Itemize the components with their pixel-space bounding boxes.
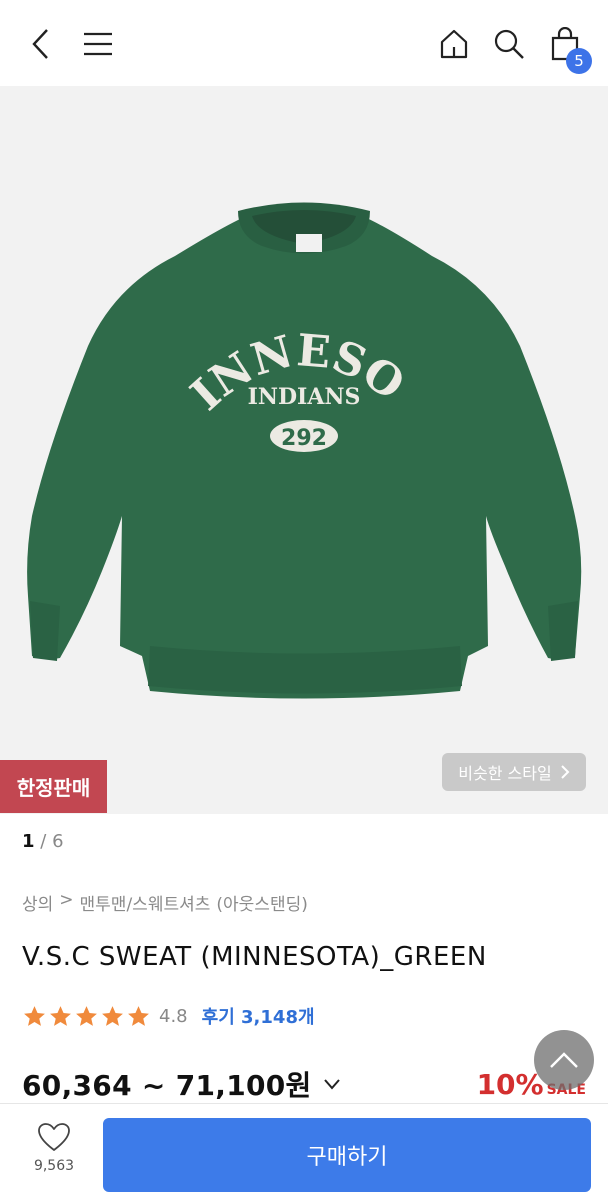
chevron-down-icon[interactable] [322,1074,342,1094]
star-icon [24,1005,45,1026]
pager-total: 6 [52,831,64,852]
back-button[interactable] [20,22,64,66]
print-line2: INDIANS [248,384,361,410]
back-icon [32,29,48,59]
breadcrumb: 상의 > 맨투맨/스웨트셔츠 (아웃스탠딩) [22,890,308,915]
breadcrumb-separator: > [59,890,74,910]
price-range: 60,364 ~ 71,100원 [22,1069,312,1102]
star-rating [22,1004,151,1029]
bottom-action-bar: 9,563 구매하기 [0,1103,608,1200]
heart-icon [38,1123,70,1151]
sweatshirt-image: MINNESOTA INDIANS 292 [0,86,582,699]
search-button[interactable] [487,22,531,66]
menu-button[interactable] [76,22,120,66]
pager-current: 1 [22,831,35,852]
pager-separator: / [40,831,47,852]
star-icon [50,1005,71,1026]
chevron-right-icon [560,765,570,779]
like-count: 9,563 [33,1158,75,1174]
image-pager: 1 / 6 [22,831,64,852]
breadcrumb-root[interactable]: 상의 [22,890,53,915]
limited-sale-badge: 한정판매 [0,760,107,813]
similar-style-label: 비슷한 스타일 [458,764,552,783]
star-icon [128,1005,149,1026]
rating-row: 4.8 후기 3,148개 [22,1003,315,1029]
rating-value: 4.8 [159,1005,188,1027]
star-icon [76,1005,97,1026]
product-title: V.S.C SWEAT (MINNESOTA)_GREEN [22,942,487,972]
menu-icon [84,32,112,56]
home-button[interactable] [432,22,476,66]
product-image[interactable]: MINNESOTA INDIANS 292 [0,86,608,814]
like-button[interactable]: 9,563 [24,1122,84,1174]
star-icon [102,1005,123,1026]
scroll-to-top-button[interactable] [534,1030,594,1090]
print-number: 292 [281,426,327,451]
buy-button[interactable]: 구매하기 [103,1118,591,1192]
similar-style-button[interactable]: 비슷한 스타일 [442,753,586,791]
price-row[interactable]: 60,364 ~ 71,100원 [22,1064,342,1104]
home-icon [440,29,468,59]
cart-count-badge: 5 [566,48,592,74]
search-icon [494,29,524,59]
review-count-link[interactable]: 후기 3,148개 [202,1003,315,1029]
breadcrumb-category[interactable]: 맨투맨/스웨트셔츠 [80,890,211,915]
discount-percent: 10% [476,1068,544,1101]
breadcrumb-brand[interactable]: (아웃스탠딩) [216,890,307,915]
chevron-up-icon [550,1052,578,1068]
top-bar: 5 [0,0,608,86]
